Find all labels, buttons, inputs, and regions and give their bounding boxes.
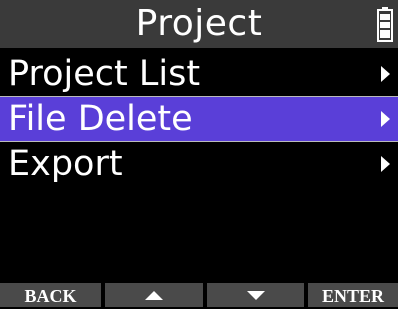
up-button[interactable]	[105, 283, 203, 307]
chevron-right-icon	[381, 66, 390, 82]
menu-item-label: Project List	[8, 54, 201, 94]
device-screen: Project Project List File Delete Export …	[0, 0, 398, 307]
menu-list: Project List File Delete Export	[0, 52, 398, 187]
page-title: Project	[135, 3, 263, 44]
battery-icon	[377, 7, 393, 42]
down-button[interactable]	[207, 283, 304, 307]
triangle-up-icon	[145, 291, 163, 300]
chevron-right-icon	[381, 156, 390, 172]
menu-item-file-delete[interactable]: File Delete	[0, 97, 398, 142]
triangle-down-icon	[246, 291, 265, 300]
menu-item-label: Export	[8, 144, 123, 184]
chevron-right-icon	[381, 111, 390, 127]
menu-item-label: File Delete	[8, 99, 193, 139]
back-button[interactable]: BACK	[0, 283, 101, 307]
enter-button[interactable]: ENTER	[308, 283, 398, 307]
title-bar: Project	[0, 0, 398, 48]
menu-item-export[interactable]: Export	[0, 142, 398, 186]
menu-item-project-list[interactable]: Project List	[0, 52, 398, 97]
function-key-bar: BACK ENTER	[0, 283, 398, 307]
